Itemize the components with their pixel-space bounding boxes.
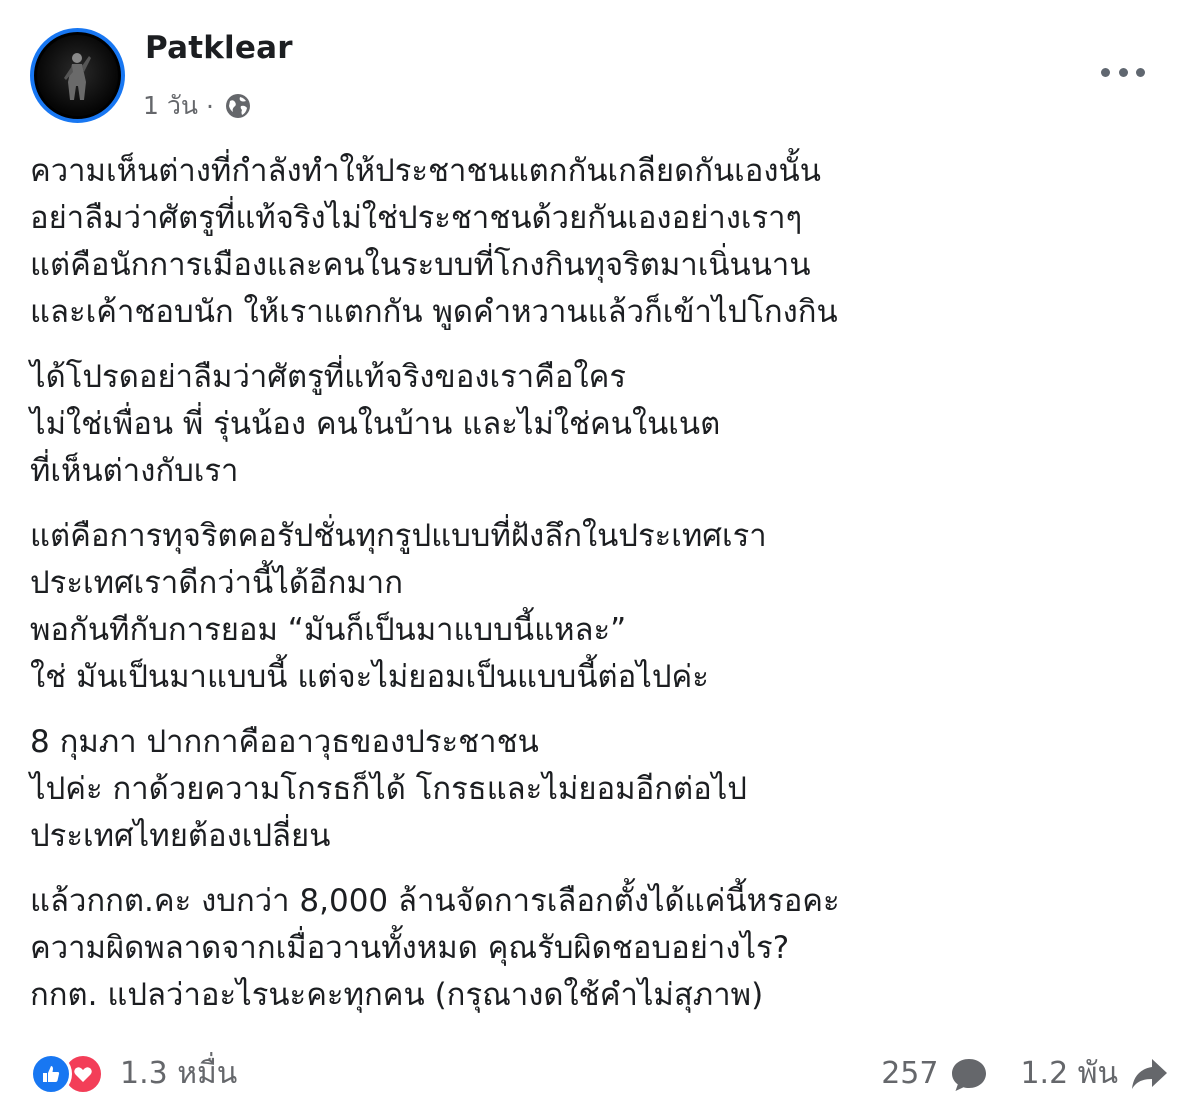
post-line: แต่คือนักการเมืองและคนในระบบที่โกงกินทุจ…: [30, 247, 811, 283]
post-paragraph: ความเห็นต่างที่กำลังทำให้ประชาชนแตกกันเก…: [30, 148, 1170, 336]
more-dots-icon: [1101, 67, 1110, 77]
comment-icon: [952, 1058, 987, 1091]
post-line: และเค้าชอบนัก ให้เราแตกกัน พูดคำหวานแล้ว…: [30, 294, 838, 330]
post-line: พอกันทีกับการยอม “มันก็เป็นมาแบบนี้แหละ”: [30, 612, 627, 648]
shares-link[interactable]: 1.2 พัน: [1020, 1050, 1170, 1097]
post-paragraph: แต่คือการทุจริตคอรัปชั่นทุกรูปแบบที่ฝังล…: [30, 513, 1170, 701]
post-line: อย่าลืมว่าศัตรูที่แท้จริงไม่ใช่ประชาชนด้…: [30, 200, 803, 236]
post-line: ที่เห็นต่างกับเรา: [30, 453, 239, 489]
avatar-figure-icon: [64, 53, 91, 100]
post-line: ได้โปรดอย่าลืมว่าศัตรูที่แท้จริงของเราคื…: [30, 359, 627, 395]
post-line: แต่คือการทุจริตคอรัปชั่นทุกรูปแบบที่ฝังล…: [30, 518, 767, 554]
post-line: ความเห็นต่างที่กำลังทำให้ประชาชนแตกกันเก…: [30, 153, 821, 189]
engagement-stats: 257 1.2 พัน: [881, 1050, 1170, 1097]
post-paragraph: ได้โปรดอย่าลืมว่าศัตรูที่แท้จริงของเราคื…: [30, 354, 1170, 495]
comment-count: 257: [881, 1056, 939, 1091]
post-line: 8 กุมภา ปากกาคืออาวุธของประชาชน: [30, 724, 539, 760]
more-dots-icon: [1136, 67, 1145, 77]
share-count: 1.2 พัน: [1020, 1056, 1118, 1091]
more-options-button[interactable]: [1101, 62, 1145, 82]
post-line: ไปค่ะ กาด้วยความโกรธก็ได้ โกรธและไม่ยอมอ…: [30, 771, 747, 807]
post-line: ประเทศเราดีกว่านี้ได้อีกมาก: [30, 565, 403, 601]
post-time[interactable]: 1 วัน: [143, 86, 198, 126]
post-line: ประเทศไทยต้องเปลี่ยน: [30, 818, 331, 854]
post-footer: 1.3 หมื่น 257 1.2 พัน: [30, 1050, 1170, 1102]
reactions-summary[interactable]: 1.3 หมื่น: [30, 1050, 237, 1097]
post-line: กกต. แปลว่าอะไรนะคะทุกคน (กรุณางดใช้คำไม…: [30, 977, 764, 1013]
meta-separator: ·: [205, 91, 214, 121]
post-meta: 1 วัน ·: [143, 86, 252, 126]
comments-link[interactable]: 257: [881, 1053, 990, 1095]
reaction-count: 1.3 หมื่น: [120, 1056, 238, 1091]
globe-icon[interactable]: [224, 92, 252, 120]
post-line: แล้วกกต.คะ งบกว่า 8,000 ล้านจัดการเลือกต…: [30, 883, 840, 919]
post-line: ไม่ใช่เพื่อน พี่ รุ่นน้อง คนในบ้าน และไม…: [30, 406, 721, 442]
post-body: ความเห็นต่างที่กำลังทำให้ประชาชนแตกกันเก…: [30, 148, 1170, 1037]
post-paragraph: 8 กุมภา ปากกาคืออาวุธของประชาชน ไปค่ะ กา…: [30, 719, 1170, 860]
avatar[interactable]: [30, 28, 125, 123]
author-name[interactable]: Patklear: [145, 30, 293, 66]
more-dots-icon: [1118, 67, 1128, 77]
facebook-post: Patklear 1 วัน · ความเห็นต่างที่กำลังทำใ…: [0, 0, 1200, 1118]
like-icon: [30, 1052, 72, 1095]
post-line: ใช่ มันเป็นมาแบบนี้ แต่จะไม่ยอมเป็นแบบนี…: [30, 659, 709, 695]
post-line: ความผิดพลาดจากเมื่อวานทั้งหมด คุณรับผิดช…: [30, 930, 790, 966]
post-paragraph: แล้วกกต.คะ งบกว่า 8,000 ล้านจัดการเลือกต…: [30, 878, 1170, 1019]
share-icon: [1132, 1058, 1167, 1089]
